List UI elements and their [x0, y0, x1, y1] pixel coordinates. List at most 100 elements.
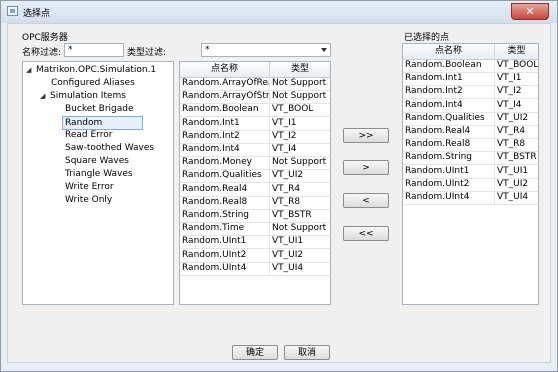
type-cell: VT_BSTR — [270, 209, 330, 222]
point-name-cell: Random.ArrayOfString — [182, 90, 270, 104]
point-name-cell: Random.Int4 — [403, 98, 495, 112]
remove-all-button[interactable]: << — [343, 226, 389, 241]
table-row[interactable]: Random.ArrayOfStringNot Support — [180, 90, 330, 105]
point-name-cell: Random.Money — [180, 156, 270, 170]
tree-item-square-waves[interactable]: Square Waves — [65, 155, 129, 167]
server-tree[interactable]: ◢ Matrikon.OPC.Simulation.1 Configured A… — [22, 61, 174, 305]
tree-item-write-only[interactable]: Write Only — [65, 194, 112, 206]
type-filter-value: * — [205, 45, 210, 55]
point-name-cell: Random.UInt1 — [180, 235, 270, 249]
type-cell: VT_R8 — [270, 196, 330, 209]
type-cell: Not Support — [270, 90, 330, 103]
type-cell: VT_UI4 — [495, 191, 538, 204]
cancel-button[interactable]: 取消 — [284, 345, 330, 360]
point-name-cell: Random.Qualities — [180, 169, 270, 183]
table-row[interactable]: Random.UInt2 VT_UI2 — [180, 248, 330, 263]
collapse-arrow-icon[interactable]: ◢ — [40, 90, 45, 102]
add-button[interactable]: > — [343, 160, 389, 175]
tree-item-read-error[interactable]: Read Error — [65, 129, 112, 141]
collapse-arrow-icon[interactable]: ◢ — [26, 64, 31, 76]
table-row[interactable]: Random.Int4 VT_I4 — [403, 98, 538, 113]
tree-item-simulation-items[interactable]: ◢ Simulation Items — [40, 90, 126, 102]
point-name-cell: Random.Time — [180, 222, 270, 236]
type-cell: VT_I1 — [270, 117, 330, 130]
table-row[interactable]: Random.UInt2 VT_UI2 — [403, 177, 538, 192]
table-row[interactable]: Random.Real8 VT_R8 — [403, 138, 538, 153]
available-points-table[interactable]: 点名称 类型 Random.ArrayOfReal8Not SupportRan… — [179, 61, 331, 305]
point-name-cell: Random.Int1 — [180, 116, 270, 130]
point-name-cell: Random.String — [403, 151, 495, 165]
table-row[interactable]: Random.Boolean VT_BOOL — [180, 103, 330, 118]
tree-item-write-error[interactable]: Write Error — [65, 181, 114, 193]
table-row[interactable]: Random.Money Not Support — [180, 156, 330, 171]
column-header-type[interactable]: 类型 — [495, 44, 538, 59]
point-name-cell: Random.String — [180, 209, 270, 222]
table-row[interactable]: Random.Qualities VT_UI2 — [403, 111, 538, 126]
name-filter-input[interactable]: * — [64, 43, 124, 57]
table-row[interactable]: Random.Int2 VT_I2 — [180, 129, 330, 144]
type-cell: VT_UI4 — [270, 262, 330, 275]
tree-item-saw-toothed-waves[interactable]: Saw-toothed Waves — [65, 142, 154, 154]
table-row[interactable]: Random.Int1 VT_I1 — [180, 116, 330, 131]
type-filter-select[interactable]: * — [201, 43, 331, 57]
table-row[interactable]: Random.Real4 VT_R4 — [180, 182, 330, 197]
table-row[interactable]: Random.Boolean VT_BOOL — [403, 59, 538, 73]
table-row[interactable]: Random.UInt1 VT_UI1 — [180, 235, 330, 250]
tree-item-bucket-brigade[interactable]: Bucket Brigade — [65, 103, 134, 115]
point-name-cell: Random.ArrayOfReal8 — [182, 77, 270, 90]
select-points-dialog: 选择点 ✕ OPC服务器 名称过滤: * 类型过滤: * ◢ Matrikon.… — [0, 0, 558, 372]
table-row[interactable]: Random.Time Not Support — [180, 222, 330, 237]
type-cell: VT_UI2 — [495, 112, 538, 125]
column-header-type[interactable]: 类型 — [270, 62, 330, 77]
remove-button[interactable]: < — [343, 193, 389, 208]
window-title: 选择点 — [23, 9, 51, 19]
add-all-button[interactable]: >> — [343, 128, 389, 143]
selected-points-label: 已选择的点 — [404, 33, 450, 43]
type-cell: VT_R8 — [495, 138, 538, 151]
table-row[interactable]: Random.Qualities VT_UI2 — [180, 169, 330, 184]
table-row[interactable]: Random.Real8 VT_R8 — [180, 195, 330, 210]
chevron-down-icon[interactable] — [321, 48, 327, 52]
ok-button[interactable]: 确定 — [232, 345, 278, 360]
point-name-cell: Random.UInt4 — [403, 191, 495, 204]
name-filter-label: 名称过滤: — [22, 48, 62, 58]
point-name-cell: Random.Int2 — [180, 129, 270, 143]
point-name-cell: Random.UInt4 — [180, 261, 270, 275]
column-header-point-name[interactable]: 点名称 — [180, 62, 270, 77]
point-name-cell: Random.Boolean — [180, 103, 270, 117]
point-name-cell: Random.Real4 — [180, 182, 270, 196]
tree-item-configured-aliases[interactable]: Configured Aliases — [51, 77, 135, 89]
table-row[interactable]: Random.UInt4 VT_UI4 — [180, 261, 330, 276]
point-name-cell: Random.Qualities — [403, 111, 495, 125]
type-cell: VT_I2 — [270, 130, 330, 143]
table-row[interactable]: Random.UInt4 VT_UI4 — [403, 191, 538, 205]
type-filter-label: 类型过滤: — [127, 48, 167, 58]
type-cell: VT_BSTR — [495, 151, 538, 164]
type-cell: VT_I4 — [495, 99, 538, 112]
tree-item-triangle-waves[interactable]: Triangle Waves — [65, 168, 133, 180]
column-header-point-name[interactable]: 点名称 — [403, 44, 495, 59]
point-name-cell: Random.UInt1 — [403, 164, 495, 178]
table-row[interactable]: Random.Int4 VT_I4 — [180, 143, 330, 157]
type-cell: VT_I4 — [270, 143, 330, 156]
tree-root-node[interactable]: ◢ Matrikon.OPC.Simulation.1 — [26, 64, 156, 76]
table-row[interactable]: Random.Int1 VT_I1 — [403, 72, 538, 87]
close-button[interactable]: ✕ — [511, 3, 549, 20]
type-cell: Not Support — [270, 222, 330, 235]
table-row[interactable]: Random.String VT_BSTR — [180, 209, 330, 223]
title-bar[interactable]: 选择点 ✕ — [1, 1, 557, 23]
type-cell: VT_I2 — [495, 85, 538, 98]
table-row[interactable]: Random.Real4 VT_R4 — [403, 125, 538, 139]
selected-points-table[interactable]: 点名称 类型 Random.Boolean VT_BOOL Random.Int1 V… — [402, 43, 539, 305]
point-name-cell: Random.UInt2 — [403, 177, 495, 191]
type-cell: VT_UI2 — [270, 169, 330, 182]
opc-server-label: OPC服务器 — [22, 33, 68, 43]
table-row[interactable]: Random.Int2 VT_I2 — [403, 85, 538, 100]
window-icon — [7, 6, 18, 16]
table-row[interactable]: Random.ArrayOfReal8Not Support — [180, 77, 330, 91]
tree-item-random[interactable]: Random — [62, 116, 143, 130]
table-row[interactable]: Random.String VT_BSTR — [403, 151, 538, 166]
table-row[interactable]: Random.UInt1 VT_UI1 — [403, 164, 538, 179]
point-name-cell: Random.Real4 — [403, 125, 495, 138]
type-cell: VT_UI1 — [270, 235, 330, 248]
